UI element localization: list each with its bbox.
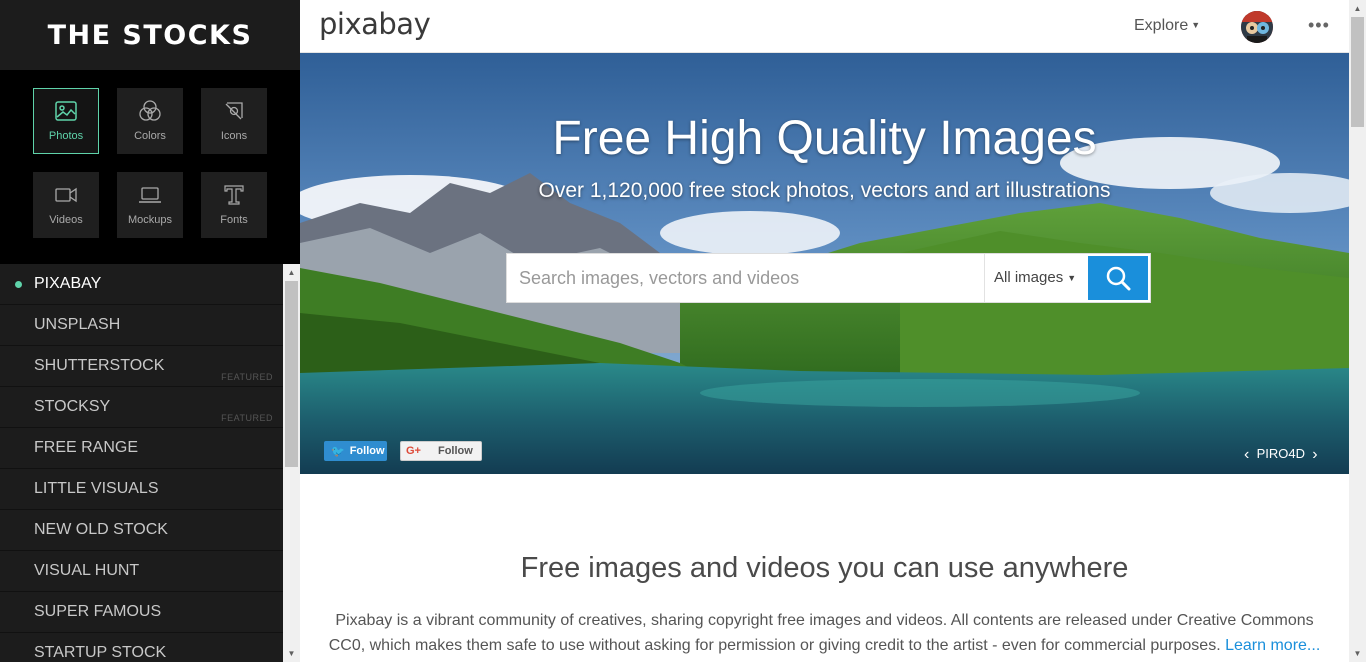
explore-menu[interactable]: Explore ▼ [1134, 17, 1200, 35]
category-label: Icons [220, 130, 248, 142]
search-bar: All images▼ [506, 253, 1151, 303]
category-label: Photos [48, 130, 84, 142]
gplus-follow-label: Follow [437, 445, 473, 457]
scrollbar-thumb[interactable] [285, 281, 298, 467]
hero-banner: Free High Quality Images Over 1,120,000 … [300, 53, 1349, 474]
explore-label: Explore [1134, 17, 1189, 34]
icons-icon [225, 102, 243, 120]
category-label: Videos [49, 214, 83, 226]
category-videos[interactable]: Videos [33, 172, 99, 238]
site-new-old-stock[interactable]: NEW OLD STOCK [0, 510, 283, 551]
logo-text: THE STOCKS [47, 19, 253, 51]
category-mockups[interactable]: Mockups [117, 172, 183, 238]
chevron-right-icon[interactable]: › [1312, 446, 1317, 463]
category-label: Mockups [127, 214, 173, 226]
the-stocks-logo[interactable]: THE STOCKS [0, 0, 300, 70]
site-little-visuals[interactable]: LITTLE VISUALS [0, 469, 283, 510]
site-visual-hunt[interactable]: VISUAL HUNT [0, 551, 283, 592]
featured-badge: FEATURED [221, 413, 273, 423]
site-super-famous[interactable]: SUPER FAMOUS [0, 592, 283, 633]
pixabay-page: pixabay Explore ▼ ••• Free High Quality … [300, 0, 1349, 662]
chevron-down-icon: ▼ [1191, 20, 1201, 30]
category-label: Fonts [220, 214, 248, 226]
site-name: VISUAL HUNT [34, 562, 140, 579]
search-divider [984, 254, 985, 302]
pixabay-logo[interactable]: pixabay [319, 7, 431, 41]
scroll-up-arrow-icon[interactable]: ▲ [1349, 0, 1366, 17]
avatar-image [1241, 11, 1273, 43]
hero-title: Free High Quality Images [552, 112, 1097, 165]
site-pixabay[interactable]: PIXABAY [0, 264, 283, 305]
category-grid: Photos Colors Icons Videos Mockups Fonts [0, 70, 300, 264]
scroll-up-arrow-icon[interactable]: ▲ [283, 264, 300, 281]
google-plus-icon: G+ [406, 445, 421, 457]
site-free-range[interactable]: FREE RANGE [0, 428, 283, 469]
sidebar-scrollbar[interactable]: ▲ ▼ [283, 264, 300, 662]
intro-heading: Free images and videos you can use anywh… [520, 552, 1129, 584]
site-list: PIXABAY UNSPLASH SHUTTERSTOCK FEATURED S… [0, 264, 283, 662]
search-button[interactable] [1088, 256, 1148, 300]
scrollbar-thumb[interactable] [1351, 17, 1364, 127]
site-name: UNSPLASH [34, 316, 121, 333]
avatar[interactable] [1241, 11, 1273, 43]
scroll-down-arrow-icon[interactable]: ▼ [1349, 645, 1366, 662]
site-name: STOCKSY [34, 398, 111, 415]
laptop-icon [139, 187, 161, 203]
twitter-follow-label: Follow [349, 445, 385, 457]
video-icon [55, 187, 77, 203]
site-name: STARTUP STOCK [34, 644, 167, 661]
search-type-label: All images [994, 269, 1064, 286]
chevron-down-icon: ▼ [1067, 273, 1077, 283]
site-name: SUPER FAMOUS [34, 603, 162, 620]
hero-subtitle: Over 1,120,000 free stock photos, vector… [538, 179, 1111, 202]
search-type-dropdown[interactable]: All images ▼ [994, 269, 1076, 286]
site-name: NEW OLD STOCK [34, 521, 168, 538]
intro-text: Pixabay is a vibrant community of creati… [328, 612, 1314, 654]
site-name: LITTLE VISUALS [34, 480, 159, 497]
chevron-left-icon[interactable]: ‹ [1244, 446, 1249, 463]
colors-icon [139, 100, 161, 121]
search-icon [1106, 266, 1131, 291]
scroll-down-arrow-icon[interactable]: ▼ [283, 645, 300, 662]
category-photos[interactable]: Photos [33, 88, 99, 154]
font-icon [224, 185, 244, 205]
google-plus-follow-button[interactable]: G+ Follow [400, 441, 482, 461]
top-bar: pixabay Explore ▼ ••• [300, 0, 1349, 53]
active-dot-icon [15, 281, 22, 288]
site-name: SHUTTERSTOCK [34, 357, 165, 374]
category-colors[interactable]: Colors [117, 88, 183, 154]
site-name: FREE RANGE [34, 439, 139, 456]
photographer-name[interactable]: PIRO4D [1257, 446, 1305, 461]
category-fonts[interactable]: Fonts [201, 172, 267, 238]
photo-icon [55, 101, 77, 121]
page-scrollbar[interactable]: ▲ ▼ [1349, 0, 1366, 662]
search-input[interactable] [519, 262, 969, 294]
twitter-bird-icon: 🐦 [331, 445, 345, 458]
twitter-follow-button[interactable]: 🐦 Follow [324, 441, 387, 461]
site-startup-stock[interactable]: STARTUP STOCK [0, 633, 283, 662]
category-label: Colors [134, 130, 166, 142]
site-name: PIXABAY [34, 275, 102, 292]
featured-badge: FEATURED [221, 372, 273, 382]
learn-more-link[interactable]: Learn more... [1225, 637, 1320, 654]
site-shutterstock[interactable]: SHUTTERSTOCK FEATURED [0, 346, 283, 387]
sidebar: THE STOCKS Photos Colors Icons Videos Mo… [0, 0, 300, 662]
site-stocksy[interactable]: STOCKSY FEATURED [0, 387, 283, 428]
site-unsplash[interactable]: UNSPLASH [0, 305, 283, 346]
category-icons[interactable]: Icons [201, 88, 267, 154]
more-options-icon[interactable]: ••• [1308, 15, 1330, 36]
photo-credit[interactable]: ‹ PIRO4D › [1244, 445, 1318, 463]
intro-paragraph: Pixabay is a vibrant community of creati… [328, 608, 1321, 658]
